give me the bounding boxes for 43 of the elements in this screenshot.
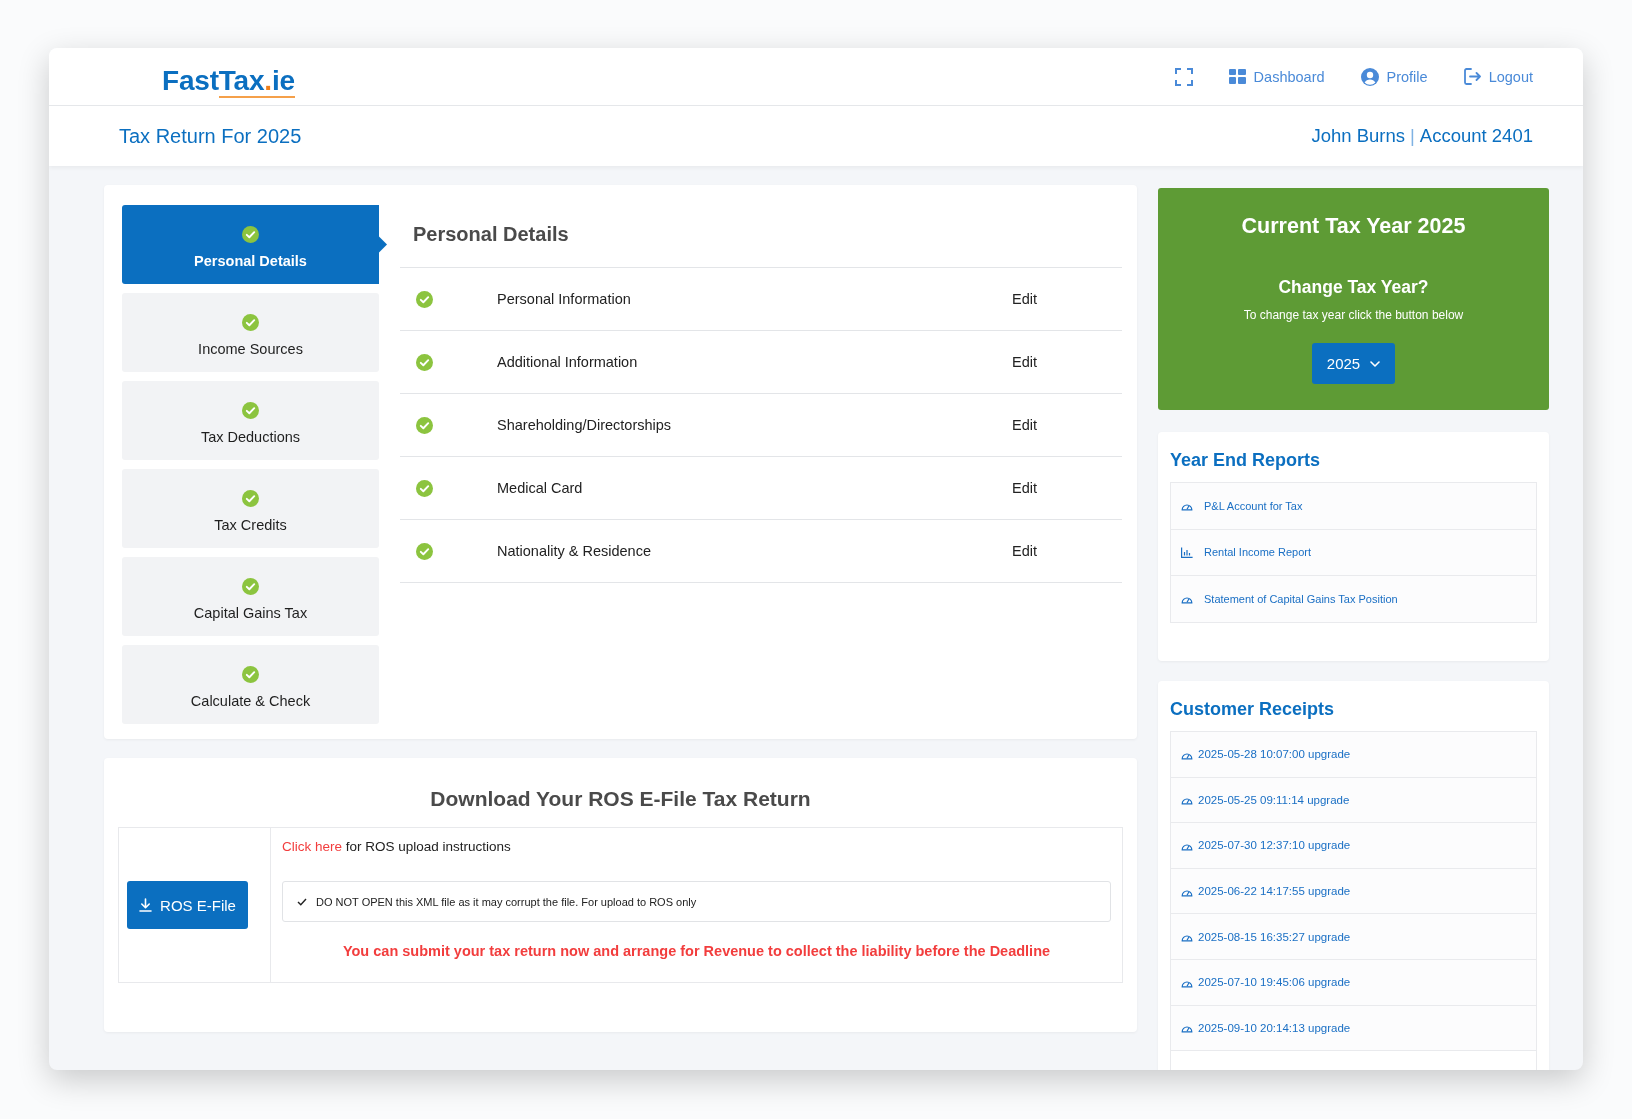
logout-icon: [1463, 68, 1481, 85]
card-title: Customer Receipts: [1170, 698, 1336, 721]
user-icon: [1360, 67, 1379, 86]
deadline-warning: You can submit your tax return now and arrange for Revenue to collect the liability before the Deadline: [341, 942, 1052, 961]
ros-efile-button[interactable]: ROS E-File: [127, 881, 248, 929]
step-tab[interactable]: Tax Credits: [122, 469, 379, 548]
nav-link[interactable]: Profile: [1360, 67, 1428, 86]
change-year-hint: To change tax year click the button below: [1242, 307, 1465, 323]
change-year-heading: Change Tax Year?: [1277, 276, 1430, 299]
nav-link[interactable]: Logout: [1463, 68, 1533, 85]
section-title: Personal Details: [400, 205, 1122, 268]
tax-year-title: Current Tax Year 2025: [1240, 213, 1467, 240]
page-title: Tax Return For 2025: [119, 124, 302, 148]
instructions-link[interactable]: Click here: [282, 839, 343, 854]
row-label: Medical Card: [497, 480, 584, 496]
edit-link[interactable]: Edit: [1012, 291, 1037, 307]
card-title: Year End Reports: [1170, 449, 1322, 472]
notice-text: DO NOT OPEN this XML file as it may corrupt the file. For upload to ROS only: [316, 895, 697, 908]
step-tab[interactable]: Capital Gains Tax: [122, 557, 379, 636]
step-tab[interactable]: Tax Deductions: [122, 381, 379, 460]
edit-link[interactable]: Edit: [1012, 417, 1037, 433]
step-tab[interactable]: Personal Details: [122, 205, 387, 284]
year-dropdown[interactable]: 2025: [1312, 343, 1395, 384]
row-label: Personal Information: [497, 291, 632, 307]
step-tab[interactable]: Calculate & Check: [122, 645, 379, 724]
chevron-down-icon: [1370, 360, 1381, 367]
section-title: Download Your ROS E-File Tax Return: [429, 786, 812, 812]
row-label: Additional Information: [497, 354, 639, 370]
edit-link[interactable]: Edit: [1012, 354, 1037, 370]
expand-icon[interactable]: [1174, 67, 1193, 86]
account-info: John Burns | Account 2401: [1311, 125, 1533, 147]
edit-link[interactable]: Edit: [1012, 543, 1037, 559]
nav-link[interactable]: Dashboard: [1228, 68, 1325, 85]
row-label: Nationality & Residence: [497, 543, 652, 559]
bar-chart-icon: [1181, 546, 1193, 558]
logo: FastTax.ie: [162, 64, 295, 97]
step-tab[interactable]: Income Sources: [122, 293, 379, 372]
edit-link[interactable]: Edit: [1012, 480, 1037, 496]
check-icon: [297, 897, 307, 906]
row-label: Shareholding/Directorships: [497, 417, 673, 433]
download-icon: [139, 898, 153, 912]
grid-icon: [1228, 69, 1246, 84]
instructions-text: Click here for ROS upload instructions: [282, 838, 512, 856]
